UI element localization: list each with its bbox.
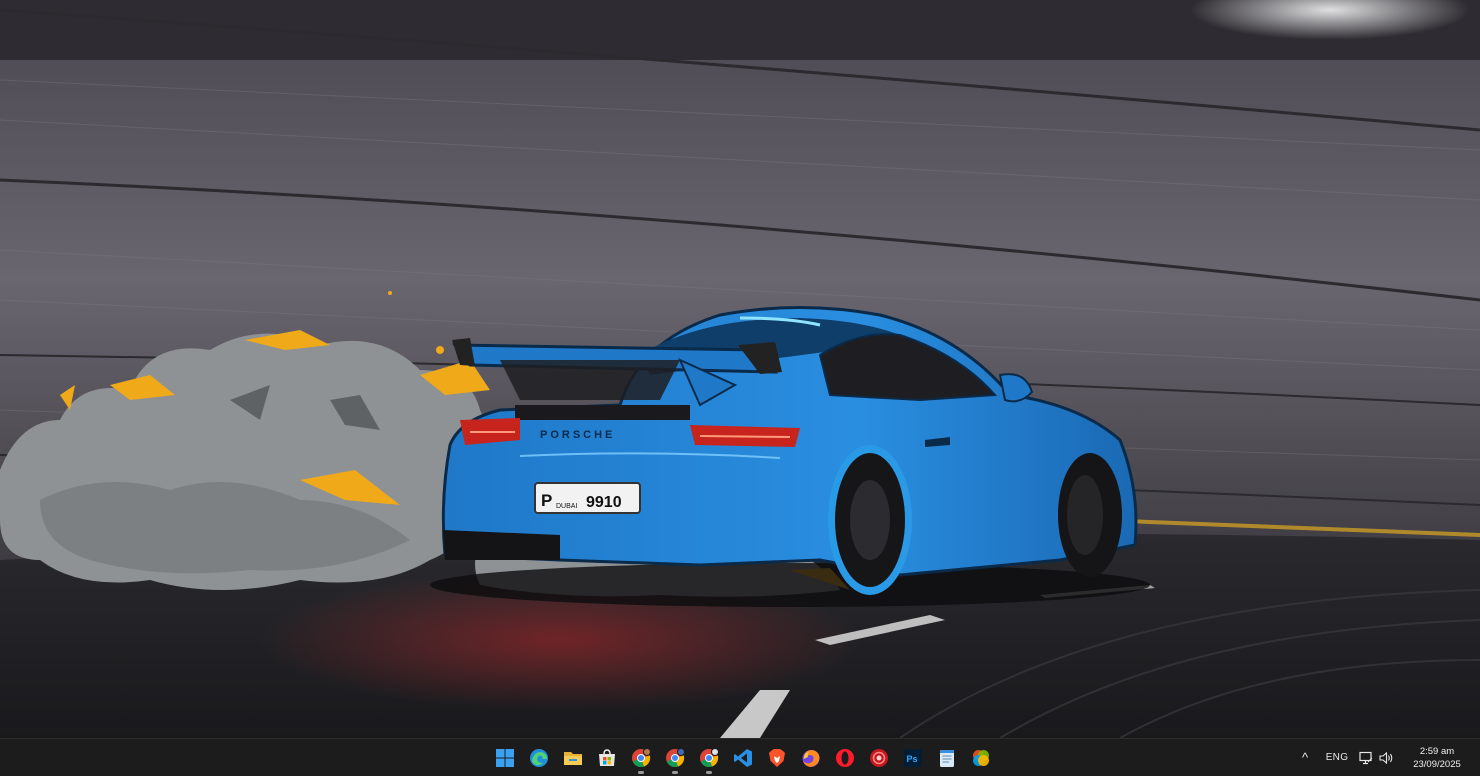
- taskbar-brave[interactable]: [760, 740, 794, 776]
- chrome-profile-3-icon: [700, 747, 719, 767]
- show-hidden-icons-button[interactable]: ^: [1292, 740, 1318, 776]
- plate-prefix: P: [541, 491, 552, 510]
- plate-number: 9910: [586, 494, 622, 511]
- taskbar: Ps ^ ENG 2:59 am 23/09/2025: [0, 738, 1480, 775]
- taskbar-edge[interactable]: [522, 740, 556, 776]
- chrome-profile-1-icon: [632, 747, 651, 767]
- taskbar-firefox[interactable]: [794, 740, 828, 776]
- start-button-icon: [496, 748, 514, 767]
- taskbar-chrome-profile-2[interactable]: [658, 740, 692, 776]
- clock-time: 2:59 am: [1419, 745, 1455, 757]
- language-indicator[interactable]: ENG: [1318, 740, 1356, 776]
- photoshop-icon: Ps: [904, 748, 922, 767]
- taskbar-pinned-apps: Ps: [488, 739, 998, 776]
- taskbar-notepad[interactable]: [930, 740, 964, 776]
- clock-date: 23/09/2025: [1413, 758, 1461, 770]
- taskbar-photoshop[interactable]: Ps: [896, 740, 930, 776]
- recorder-icon: [870, 748, 888, 767]
- vscode-icon: [734, 748, 752, 767]
- edge-icon: [530, 748, 548, 767]
- network-button[interactable]: [1356, 740, 1376, 776]
- wallpaper: PORSCHE P DUBAI 9910: [0, 0, 1480, 738]
- chevron-up-icon: ^: [1301, 750, 1309, 765]
- file-explorer-icon: [564, 751, 582, 765]
- taskbar-colorful-app[interactable]: [964, 740, 998, 776]
- microsoft-store-icon: [599, 748, 615, 766]
- system-tray: ^ ENG 2:59 am 23/09/2025: [1292, 739, 1480, 776]
- chrome-profile-2-icon: [666, 747, 685, 767]
- taskbar-file-explorer[interactable]: [556, 740, 590, 776]
- taskbar-chrome-profile-3[interactable]: [692, 740, 726, 776]
- taskbar-microsoft-store[interactable]: [590, 740, 624, 776]
- taskbar-vscode[interactable]: [726, 740, 760, 776]
- car-badge: PORSCHE: [540, 429, 615, 441]
- colorful-app-icon: [973, 749, 989, 766]
- taskbar-recorder[interactable]: [862, 740, 896, 776]
- speaker-icon: [1378, 751, 1392, 764]
- start-button[interactable]: [488, 740, 522, 776]
- firefox-icon: [802, 749, 820, 767]
- taskbar-opera[interactable]: [828, 740, 862, 776]
- volume-button[interactable]: [1376, 740, 1396, 776]
- svg-text:Ps: Ps: [907, 754, 918, 764]
- taskbar-chrome-profile-1[interactable]: [624, 740, 658, 776]
- clock[interactable]: 2:59 am 23/09/2025: [1402, 745, 1472, 771]
- desktop[interactable]: PORSCHE P DUBAI 9910: [0, 0, 1480, 738]
- opera-icon: [836, 748, 854, 767]
- notepad-icon: [940, 749, 954, 767]
- network-icon: [1359, 751, 1373, 764]
- brave-icon: [769, 748, 785, 767]
- plate-city: DUBAI: [556, 503, 577, 510]
